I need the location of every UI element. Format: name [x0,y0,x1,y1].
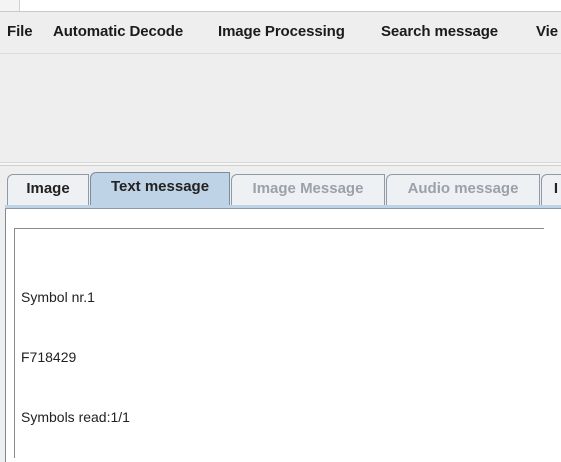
tab-image[interactable]: Image [7,174,89,206]
title-bar-edge [0,0,561,12]
menu-file[interactable]: File [7,23,33,40]
window-corner [0,0,20,11]
text-line: F718429 [21,349,77,365]
menu-bar: File Automatic Decode Image Processing S… [0,12,561,54]
menu-search-message[interactable]: Search message [381,23,498,40]
tab-text-message[interactable]: Text message [90,172,230,207]
tab-image-message-label: Image Message [252,180,364,197]
tab-strip: Image Text message Image Message Audio m… [0,166,561,207]
tab-audio-message[interactable]: Audio message [386,174,540,206]
text-line: Symbols read:1/1 [21,409,130,425]
tab-image-label: Image [26,180,70,197]
tab-image-message[interactable]: Image Message [231,174,385,206]
text-message-area[interactable]: Symbol nr.1 F718429 Symbols read:1/1 [14,228,544,458]
menu-automatic-decode[interactable]: Automatic Decode [53,23,183,40]
tab-overflow-label: I [553,180,559,197]
menu-image-processing[interactable]: Image Processing [218,23,345,40]
tab-overflow[interactable]: I [541,174,561,206]
menu-view[interactable]: Vie [536,23,558,40]
text-line: Symbol nr.1 [21,289,95,305]
tab-text-message-label: Text message [110,178,210,195]
app-window: File Automatic Decode Image Processing S… [0,0,561,462]
toolbar-area [0,55,561,162]
tab-audio-message-label: Audio message [407,180,519,197]
tab-content-top-rule [5,205,561,209]
